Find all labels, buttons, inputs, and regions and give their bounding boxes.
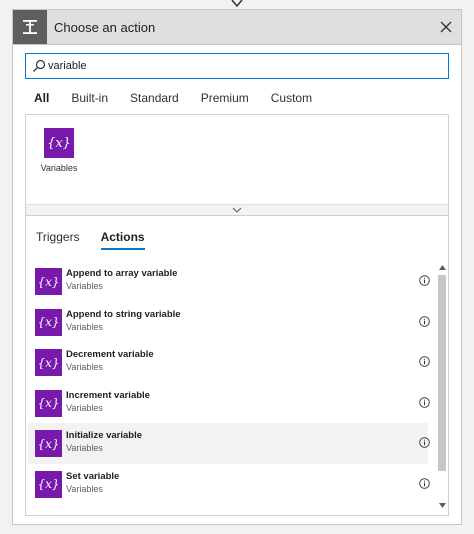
info-icon[interactable] (419, 275, 430, 286)
card-title: Choose an action (54, 20, 156, 35)
search-box[interactable] (25, 53, 449, 79)
scroll-up-arrow[interactable] (438, 263, 446, 271)
action-title: Decrement variable (66, 349, 154, 360)
info-icon[interactable] (419, 477, 430, 489)
connectors-panel: {x} Variables (25, 114, 449, 216)
action-connector: Variables (66, 483, 103, 494)
action-title: Increment variable (66, 389, 150, 401)
info-icon[interactable] (419, 437, 430, 448)
tab-custom[interactable]: Custom (271, 91, 312, 111)
card-header: Choose an action (13, 10, 461, 45)
action-title: Append to string variable (66, 308, 181, 320)
action-set-variable[interactable]: {x} Set variable Variables (28, 464, 430, 505)
action-initialize-variable[interactable]: {x} Initialize variable Variables (28, 423, 430, 464)
variables-icon: {x} (35, 430, 62, 457)
action-append-to-array-variable[interactable]: {x} Append to array variable Variables (28, 261, 430, 302)
caret-down-icon (438, 502, 446, 508)
action-title: Append to array variable (66, 268, 178, 279)
action-append-to-string-variable[interactable]: {x} Append to string variable Variables (28, 302, 430, 343)
choose-action-card: Choose an action All Built-in Standard P… (12, 9, 462, 525)
tab-standard[interactable]: Standard (130, 91, 179, 111)
variables-icon: {x} (35, 308, 62, 336)
search-icon (33, 59, 46, 72)
scroll-down-arrow[interactable] (438, 501, 446, 509)
action-connector: Variables (66, 402, 103, 413)
tab-built-in[interactable]: Built-in (71, 91, 108, 111)
variables-icon: {x} (35, 389, 62, 417)
scroll-thumb[interactable] (438, 275, 446, 471)
search-input[interactable] (48, 57, 443, 75)
info-icon[interactable] (419, 396, 430, 408)
caret-up-icon (438, 264, 446, 270)
action-decrement-variable[interactable]: {x} Decrement variable Variables (28, 342, 430, 383)
variables-icon: {x} (35, 349, 62, 376)
action-connector: Variables (66, 443, 103, 453)
action-increment-variable[interactable]: {x} Increment variable Variables (28, 383, 430, 424)
actions-panel: Triggers Actions {x} Append to array var… (25, 216, 449, 516)
tab-triggers[interactable]: Triggers (36, 230, 80, 244)
expand-collapse-bar[interactable] (26, 204, 448, 215)
connector-variables[interactable]: {x} Variables (41, 128, 77, 173)
action-connector: Variables (66, 281, 103, 291)
tab-premium[interactable]: Premium (201, 91, 249, 111)
action-connector: Variables (66, 321, 103, 332)
action-title: Initialize variable (66, 430, 143, 441)
action-title: Set variable (66, 470, 120, 482)
variables-icon: {x} (35, 268, 62, 295)
close-button[interactable] (437, 18, 455, 36)
category-tabs: All Built-in Standard Premium Custom (34, 91, 334, 116)
action-connector: Variables (66, 362, 103, 372)
info-icon[interactable] (419, 315, 430, 327)
tab-all[interactable]: All (34, 91, 50, 116)
tab-actions[interactable]: Actions (100, 230, 145, 250)
actions-list: {x} Append to array variable Variables {… (26, 261, 436, 504)
trigger-action-tabs: Triggers Actions (36, 230, 166, 250)
connector-label: Variables (40, 163, 78, 173)
variables-icon: {x} (44, 128, 74, 158)
actions-scrollbar[interactable] (436, 261, 448, 511)
info-icon[interactable] (419, 356, 430, 367)
step-icon (13, 10, 47, 44)
close-icon (440, 21, 452, 33)
chevron-down-icon (232, 207, 242, 213)
variables-icon: {x} (35, 470, 62, 498)
